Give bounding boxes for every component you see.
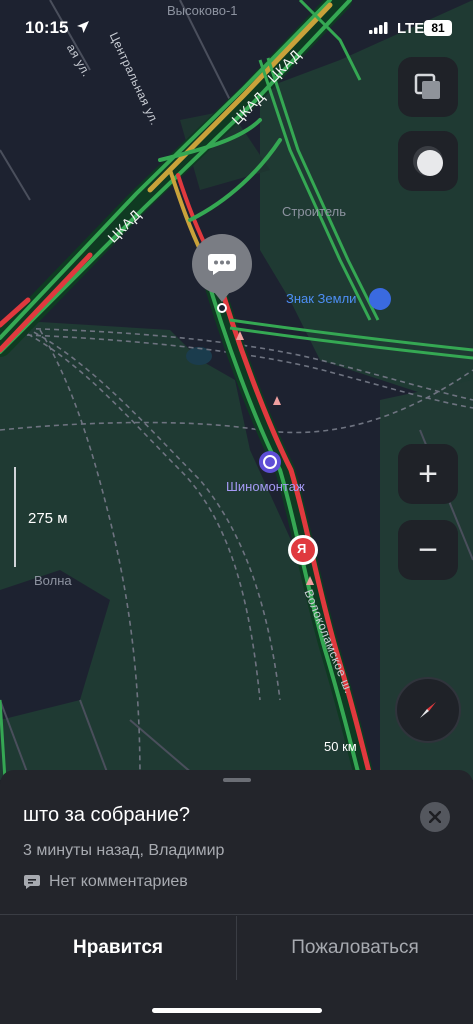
report-button[interactable]: Пожаловаться (237, 916, 473, 980)
map-view[interactable]: Высоково-1 ая ул. Центральная ул. ЦКАД Ц… (0, 0, 473, 780)
comment-icon (24, 875, 40, 889)
close-button[interactable] (420, 802, 450, 832)
battery-level: 81 (424, 20, 452, 36)
layers-button[interactable] (398, 57, 458, 117)
event-sheet[interactable]: што за собрание? 3 минуты назад, Владими… (0, 770, 473, 1024)
signal-icon (369, 22, 388, 34)
compass-icon (420, 702, 436, 718)
scale-bar (14, 467, 16, 567)
divider (0, 914, 473, 915)
layers-icon (414, 73, 440, 99)
yandex-pin[interactable]: Я (297, 541, 306, 556)
event-meta: 3 минуты назад, Владимир (23, 842, 225, 859)
close-icon (429, 811, 441, 823)
map-label-stroitel: Строитель (282, 204, 347, 219)
compass-button[interactable] (395, 677, 461, 743)
theme-toggle-icon (413, 146, 443, 176)
comments-label: Нет комментариев (49, 873, 188, 890)
home-indicator[interactable] (152, 1008, 322, 1013)
network-type: LTE (397, 20, 425, 37)
speed-limit-label: 50 км (324, 739, 357, 754)
theme-toggle-button[interactable] (398, 131, 458, 191)
like-button[interactable]: Нравится (0, 916, 236, 980)
comments-row[interactable]: Нет комментариев (23, 873, 188, 891)
scale-label: 275 м (28, 510, 68, 527)
map-label-volna: Волна (34, 573, 72, 588)
sheet-grabber[interactable] (223, 778, 251, 782)
zoom-out-button[interactable]: − (398, 520, 458, 580)
event-pin[interactable] (192, 234, 252, 302)
status-time: 10:15 (25, 18, 69, 37)
event-title: што за собрание? (23, 804, 191, 826)
zoom-in-button[interactable]: + (398, 444, 458, 504)
plus-icon: + (418, 455, 438, 493)
poi-shinomontazh[interactable]: Шиномонтаж (226, 479, 305, 494)
status-bar: 10:15 LTE 81 (0, 0, 473, 60)
minus-icon: − (418, 531, 438, 569)
poi-znak-zemli[interactable]: Знак Земли (286, 291, 356, 306)
chat-bubble-icon (208, 254, 236, 275)
location-arrow-icon (77, 21, 89, 33)
